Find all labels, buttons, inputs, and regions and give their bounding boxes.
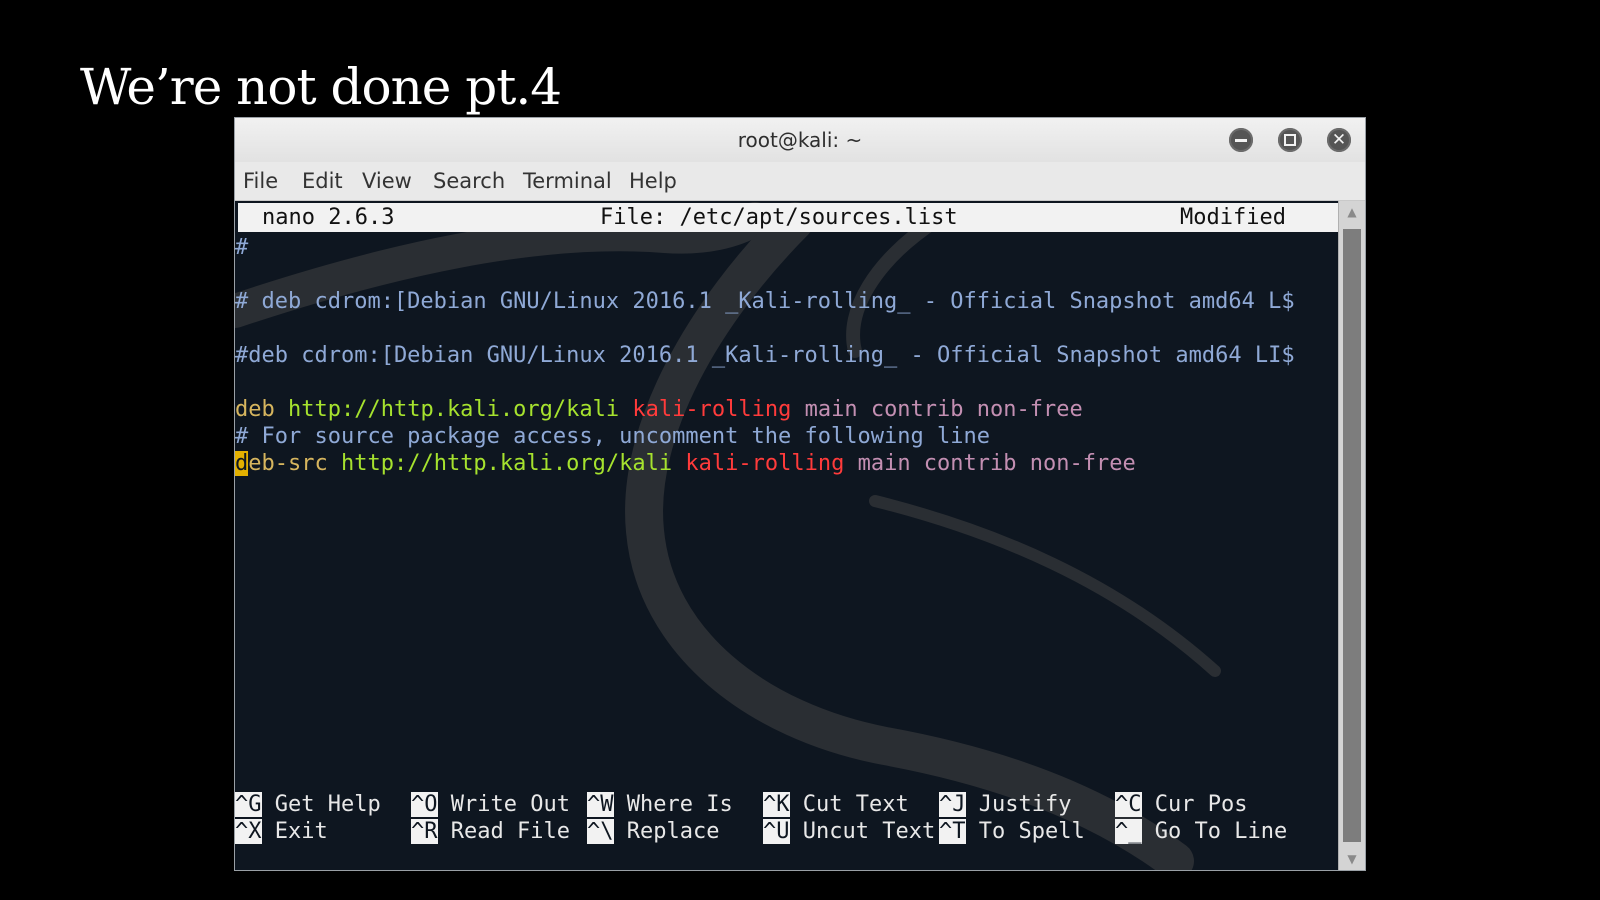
deb-src-keyword: eb-src: [248, 451, 328, 476]
repo-url: http://http.kali.org/kali: [288, 397, 620, 422]
shortcut-row: ^X Exit ^R Read File ^\ Replace ^U Uncut…: [235, 818, 1339, 845]
shortcut-where-is[interactable]: ^W Where Is: [587, 791, 733, 818]
minimize-button[interactable]: [1229, 128, 1253, 152]
window-title: root@kali: ~: [737, 128, 863, 152]
shortcut-get-help[interactable]: ^G Get Help: [235, 791, 381, 818]
scroll-up-icon[interactable]: ▲: [1339, 205, 1365, 219]
shortcut-exit[interactable]: ^X Exit: [235, 818, 328, 845]
menu-bar: File Edit View Search Terminal Help: [235, 162, 1365, 201]
menu-edit[interactable]: Edit: [302, 169, 343, 193]
text-cursor: d: [235, 451, 249, 476]
repo-suite: kali-rolling: [632, 397, 792, 422]
menu-terminal[interactable]: Terminal: [523, 169, 612, 193]
nano-modified-status: Modified: [1180, 205, 1286, 230]
shortcut-replace[interactable]: ^\ Replace: [587, 818, 719, 845]
shortcut-uncut-text[interactable]: ^U Uncut Text: [763, 818, 935, 845]
scrollbar[interactable]: ▲ ▼: [1338, 201, 1365, 870]
shortcut-go-to-line[interactable]: ^_ Go To Line: [1115, 818, 1287, 845]
shortcut-read-file[interactable]: ^R Read File: [411, 818, 570, 845]
close-icon: ✕: [1331, 130, 1347, 150]
repo-components: main contrib non-free: [804, 397, 1083, 422]
repo-url: http://http.kali.org/kali: [340, 451, 673, 476]
repo-components: main contrib non-free: [857, 451, 1136, 476]
shortcut-write-out[interactable]: ^O Write Out: [411, 791, 570, 818]
scroll-down-icon[interactable]: ▼: [1339, 852, 1365, 866]
repo-suite: kali-rolling: [685, 451, 845, 476]
menu-help[interactable]: Help: [629, 169, 677, 193]
scrollbar-thumb[interactable]: [1343, 229, 1361, 842]
terminal-area[interactable]: nano 2.6.3 File: /etc/apt/sources.list M…: [235, 201, 1339, 870]
close-button[interactable]: ✕: [1327, 128, 1351, 152]
shortcut-to-spell[interactable]: ^T To Spell: [939, 818, 1085, 845]
text-line-comment: # For source package access, uncomment t…: [235, 424, 990, 449]
text-line-deb: deb http://http.kali.org/kali kali-rolli…: [235, 396, 1083, 423]
maximize-icon: [1284, 134, 1296, 146]
menu-view[interactable]: View: [362, 169, 412, 193]
minimize-icon: [1235, 139, 1247, 142]
slide-title: We’re not done pt.4: [80, 58, 562, 116]
text-line: #: [235, 235, 249, 260]
maximize-button[interactable]: [1278, 128, 1302, 152]
text-line: # deb cdrom:[Debian GNU/Linux 2016.1 _Ka…: [235, 289, 1295, 314]
nano-header-bar: nano 2.6.3 File: /etc/apt/sources.list M…: [238, 203, 1339, 232]
terminal-window: root@kali: ~ ✕ File Edit View Search Ter…: [234, 117, 1366, 871]
nano-version: nano 2.6.3: [262, 205, 395, 230]
shortcut-cur-pos[interactable]: ^C Cur Pos: [1115, 791, 1247, 818]
shortcut-row: ^G Get Help ^O Write Out ^W Where Is ^K …: [235, 791, 1339, 818]
shortcut-justify[interactable]: ^J Justify: [939, 791, 1071, 818]
shortcut-cut-text[interactable]: ^K Cut Text: [763, 791, 909, 818]
title-bar[interactable]: root@kali: ~ ✕: [235, 118, 1365, 162]
menu-search[interactable]: Search: [433, 169, 505, 193]
menu-file[interactable]: File: [243, 169, 278, 193]
deb-keyword: deb: [235, 397, 275, 422]
nano-file-name: File: /etc/apt/sources.list: [600, 205, 958, 230]
text-line: #deb cdrom:[Debian GNU/Linux 2016.1 _Kal…: [235, 343, 1295, 368]
text-line-deb-src: deb-src http://http.kali.org/kali kali-r…: [235, 450, 1136, 477]
